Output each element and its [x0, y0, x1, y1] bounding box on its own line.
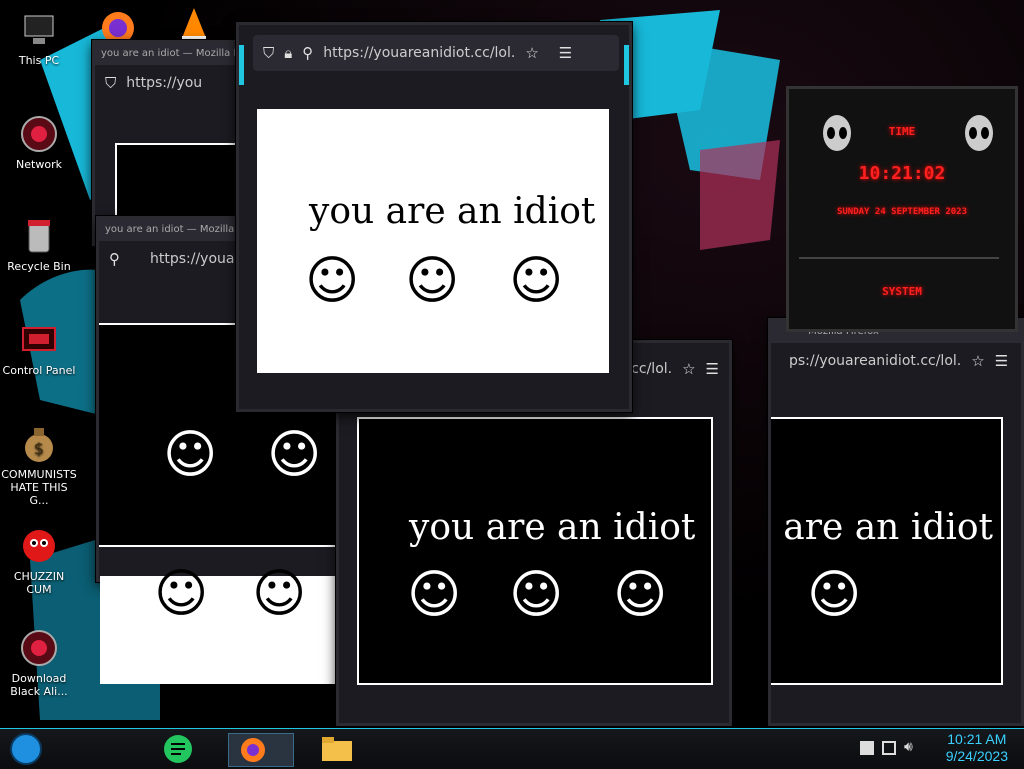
browser-window-fragment-white: ☺ ☺ — [100, 568, 336, 684]
frame-accent — [624, 45, 629, 85]
permissions-icon: ⚲ — [109, 250, 120, 268]
shield-icon: ⛉ — [105, 74, 117, 92]
system-button[interactable]: SYSTEM — [789, 285, 1015, 298]
page-content: you are an idiot ☺ ☺ ☺ — [357, 417, 713, 685]
red-fuzzball-icon — [23, 530, 55, 562]
desktop: This PC Network Recycle Bin Control Pane… — [0, 0, 1024, 728]
tray-volume-icon[interactable]: 🔊︎ — [904, 739, 913, 755]
widget-title: TIME — [888, 125, 916, 138]
smiley-icon: ☺ — [613, 565, 668, 625]
smiley-icon: ☺ — [405, 251, 460, 311]
smiley-icon: ☺ — [509, 251, 564, 311]
page-content: ou are an idiot ☺ — [771, 417, 1003, 685]
url-bar[interactable]: ps://youareanidiot.cc/lol. ☆ ☰ — [771, 343, 1021, 379]
smiley-icon: ☺ — [407, 565, 462, 625]
browser-window-front[interactable]: ⛉ 🔒︎ ⚲ https://youareanidiot.cc/lol. ☆ ☰… — [236, 22, 632, 412]
firefox-icon — [241, 738, 265, 762]
alienware-icon — [21, 630, 57, 666]
money-bag-icon: $ — [25, 428, 53, 462]
desktop-icon-label: Recycle Bin — [7, 260, 71, 273]
url-bar[interactable]: ⛉ 🔒︎ ⚲ https://youareanidiot.cc/lol. ☆ ☰ — [253, 35, 619, 71]
network-icon — [21, 116, 57, 152]
smiley-icon: ☺ — [305, 251, 360, 311]
vlc-icon[interactable] — [176, 6, 212, 42]
clock-time: 10:21 AM — [947, 731, 1007, 747]
desktop-icon-label: Download Black Ali... — [10, 672, 68, 698]
smiley-icon: ☺ — [252, 564, 307, 624]
menu-icon[interactable]: ☰ — [559, 44, 572, 62]
bookmark-star-icon[interactable]: ☆ — [525, 44, 538, 62]
widget-time: 10:21:02 — [858, 163, 946, 184]
bookmark-star-icon[interactable]: ☆ — [682, 360, 695, 378]
file-explorer-icon[interactable] — [320, 733, 354, 765]
frame-accent — [239, 45, 244, 85]
desktop-icon-network[interactable]: Network — [0, 114, 78, 171]
url-bar[interactable]: ⛉ https://you — [95, 65, 245, 101]
desktop-icon-label: COMMUNISTS HATE THIS G... — [1, 468, 77, 507]
shield-icon: ⛉ — [263, 44, 275, 62]
computer-icon — [24, 15, 54, 44]
clock-widget[interactable]: TIME 10:21:02 SUNDAY 24 SEPTEMBER 2023 S… — [786, 86, 1018, 332]
desktop-icon-download-black[interactable]: Download Black Ali... — [0, 628, 78, 698]
control-panel-icon — [22, 327, 56, 351]
idiot-message: you are an idiot — [409, 507, 696, 548]
smiley-icon: ☺ — [154, 564, 209, 624]
window-title: you are an idiot — Mozilla Firefox — [95, 43, 245, 65]
desktop-icon-recycle-bin[interactable]: Recycle Bin — [0, 216, 78, 273]
tray-flag-icon[interactable] — [860, 741, 874, 755]
page-content: you are an idiot ☺ ☺ ☺ — [257, 109, 609, 373]
smiley-icon: ☺ — [163, 425, 218, 485]
svg-text:$: $ — [34, 439, 44, 458]
url-text: https://you — [126, 75, 203, 91]
idiot-message: you are an idiot — [309, 191, 596, 232]
smiley-icon: ☺ — [267, 425, 322, 485]
bookmark-star-icon[interactable]: ☆ — [971, 352, 984, 370]
desktop-icon-label: Network — [16, 158, 62, 171]
desktop-icon-chuzzin-cum[interactable]: CHUZZIN CUM — [0, 526, 78, 596]
browser-window-right[interactable]: — Mozilla Firefox ps://youareanidiot.cc/… — [768, 318, 1024, 726]
start-orb[interactable] — [8, 733, 44, 765]
idiot-message: ou are an idiot — [771, 507, 994, 548]
lock-icon: 🔒︎ — [284, 44, 293, 62]
clock-date: 9/24/2023 — [945, 748, 1008, 764]
desktop-icon-label: CHUZZIN CUM — [13, 570, 65, 596]
desktop-icon-communists[interactable]: $ COMMUNISTS HATE THIS G... — [0, 424, 78, 507]
firefox-taskbar-button[interactable] — [228, 733, 294, 767]
widget-date: SUNDAY 24 SEPTEMBER 2023 — [836, 207, 968, 217]
recycle-bin-icon — [28, 220, 50, 253]
menu-icon[interactable]: ☰ — [706, 360, 719, 378]
desktop-icon-this-pc[interactable]: This PC — [0, 10, 78, 67]
desktop-icon-control-panel[interactable]: Control Panel — [0, 320, 78, 377]
system-clock[interactable]: 10:21 AM 9/24/2023 — [946, 731, 1008, 765]
notes-app-icon[interactable] — [162, 733, 194, 765]
menu-icon[interactable]: ☰ — [995, 352, 1008, 370]
url-text: https://youareanidiot.cc/lol. — [323, 45, 516, 61]
smiley-icon: ☺ — [807, 565, 862, 625]
permissions-icon: ⚲ — [302, 44, 314, 62]
tray-network-icon[interactable] — [882, 741, 896, 755]
desktop-icon-label: Control Panel — [2, 364, 76, 377]
taskbar: 🔊︎ 10:21 AM 9/24/2023 — [0, 728, 1024, 769]
desktop-icon-label: This PC — [18, 54, 60, 67]
widget-divider — [799, 257, 999, 259]
smiley-icon: ☺ — [509, 565, 564, 625]
url-text: ps://youareanidiot.cc/lol. — [789, 353, 962, 369]
url-text: https://youa — [150, 251, 235, 267]
